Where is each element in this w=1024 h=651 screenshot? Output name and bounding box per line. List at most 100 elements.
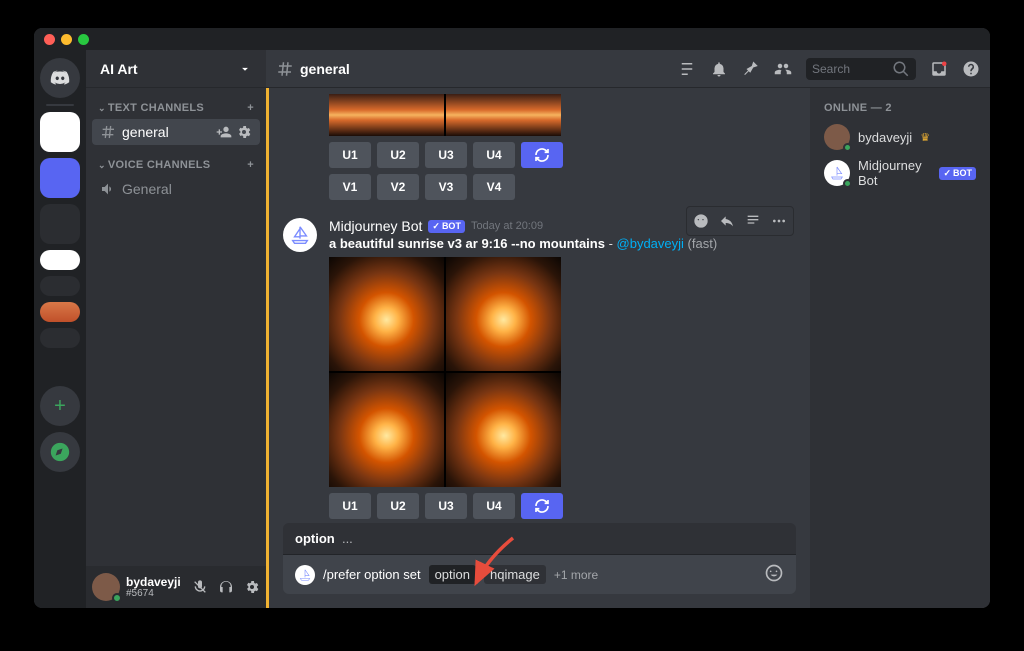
channels-sidebar: AI Art ⌄TEXT CHANNELS + general ⌄	[86, 50, 266, 608]
upscale-row: U1 U2 U3 U4	[329, 142, 798, 168]
member-item[interactable]: Midjourney Bot ✓ BOT	[818, 154, 982, 192]
generated-image[interactable]	[446, 373, 561, 487]
generated-image[interactable]	[329, 94, 444, 136]
minimize-window-button[interactable]	[61, 34, 72, 45]
guild-item[interactable]	[40, 276, 80, 296]
notifications-icon[interactable]	[710, 60, 728, 78]
sailboat-icon	[829, 165, 845, 181]
generated-image[interactable]	[446, 94, 561, 136]
guild-item[interactable]	[40, 204, 80, 244]
voice-channels-header[interactable]: ⌄VOICE CHANNELS +	[92, 155, 260, 175]
generated-image[interactable]	[446, 257, 561, 371]
channel-general[interactable]: general	[92, 119, 260, 145]
inbox-icon[interactable]	[930, 60, 948, 78]
pinned-icon[interactable]	[742, 60, 760, 78]
variation-button[interactable]: V4	[473, 174, 515, 200]
add-channel-icon[interactable]: +	[247, 102, 254, 114]
voice-channel-general[interactable]: General	[92, 176, 260, 202]
member-item[interactable]: bydaveyji ♛	[818, 120, 982, 154]
upscale-button[interactable]: U1	[329, 493, 371, 519]
message-text: a beautiful sunrise v3 ar 9:16 --no moun…	[329, 236, 798, 251]
upscale-button[interactable]: U1	[329, 142, 371, 168]
titlebar	[34, 28, 990, 50]
members-sidebar: ONLINE — 2 bydaveyji ♛ Midjourney Bot ✓ …	[810, 88, 990, 608]
refresh-icon	[534, 147, 550, 163]
message: U1 U2 U3 U4 V1 V2 V3	[283, 88, 798, 200]
members-icon[interactable]	[774, 60, 792, 78]
help-icon[interactable]	[962, 60, 980, 78]
image-grid[interactable]	[329, 94, 561, 136]
command-bot-avatar	[295, 565, 315, 585]
main-area: general Search	[266, 50, 990, 608]
image-grid[interactable]	[329, 257, 561, 487]
user-bar: bydaveyji #5674	[86, 566, 266, 608]
guild-item[interactable]	[40, 328, 80, 348]
upscale-button[interactable]: U4	[473, 493, 515, 519]
mention[interactable]: @bydaveyji	[617, 236, 684, 251]
more-params[interactable]: +1 more	[554, 568, 598, 582]
channel-name: general	[300, 61, 350, 77]
guild-item[interactable]	[40, 112, 80, 152]
generated-image[interactable]	[329, 257, 444, 371]
message-list: U1 U2 U3 U4 V1 V2 V3	[269, 88, 810, 523]
mute-icon[interactable]	[192, 579, 208, 595]
server-header[interactable]: AI Art	[86, 50, 266, 88]
settings-icon[interactable]	[244, 579, 260, 595]
user-avatar[interactable]	[92, 573, 120, 601]
upscale-button[interactable]: U2	[377, 493, 419, 519]
upscale-button[interactable]: U4	[473, 142, 515, 168]
generated-image[interactable]	[329, 373, 444, 487]
bot-badge: ✓ BOT	[939, 167, 976, 180]
author-name[interactable]: Midjourney Bot	[329, 218, 422, 234]
variation-button[interactable]: V3	[425, 174, 467, 200]
timestamp: Today at 20:09	[471, 220, 543, 232]
variation-row: V1 V2 V3 V4	[329, 174, 798, 200]
username: bydaveyji	[126, 576, 181, 588]
search-icon	[892, 60, 910, 78]
headphones-icon[interactable]	[218, 579, 234, 595]
upscale-button[interactable]: U2	[377, 142, 419, 168]
upscale-button[interactable]: U3	[425, 142, 467, 168]
messages-column: U1 U2 U3 U4 V1 V2 V3	[266, 88, 810, 608]
sailboat-icon	[289, 224, 311, 246]
more-button[interactable]	[767, 209, 791, 233]
thread-button[interactable]	[741, 209, 765, 233]
maximize-window-button[interactable]	[78, 34, 89, 45]
bot-badge: ✓ BOT	[428, 220, 465, 233]
text-channels-header[interactable]: ⌄TEXT CHANNELS +	[92, 98, 260, 118]
autocomplete-row[interactable]: option ...	[283, 523, 796, 555]
reroll-button[interactable]	[521, 142, 563, 168]
close-window-button[interactable]	[44, 34, 55, 45]
emoji-picker-button[interactable]	[764, 563, 784, 586]
threads-icon[interactable]	[678, 60, 696, 78]
add-channel-icon[interactable]: +	[247, 159, 254, 171]
add-person-icon[interactable]	[216, 124, 232, 140]
message: Midjourney Bot ✓ BOT Today at 20:09 a be…	[283, 210, 798, 523]
guild-item[interactable]	[40, 158, 80, 198]
guild-item-active[interactable]	[40, 302, 80, 322]
member-avatar	[824, 124, 850, 150]
message-actions	[686, 206, 794, 236]
gear-icon[interactable]	[236, 124, 252, 140]
add-server-button[interactable]: +	[40, 386, 80, 426]
explore-button[interactable]	[40, 432, 80, 472]
refresh-icon	[534, 498, 550, 514]
add-reaction-button[interactable]	[689, 209, 713, 233]
command-param[interactable]: option	[429, 565, 476, 584]
variation-button[interactable]: V2	[377, 174, 419, 200]
search-input[interactable]: Search	[806, 58, 916, 80]
speaker-icon	[100, 181, 116, 197]
guild-item[interactable]	[40, 250, 80, 270]
home-button[interactable]	[40, 58, 80, 98]
reroll-button[interactable]	[521, 493, 563, 519]
upscale-button[interactable]: U3	[425, 493, 467, 519]
variation-button[interactable]: V1	[329, 174, 371, 200]
message-input[interactable]: /prefer option set option hqimage +1 mor…	[283, 555, 796, 594]
compass-icon	[49, 441, 71, 463]
online-header: ONLINE — 2	[818, 102, 982, 120]
member-avatar	[824, 160, 850, 186]
reply-button[interactable]	[715, 209, 739, 233]
command-param-value[interactable]: hqimage	[484, 565, 546, 584]
bot-avatar[interactable]	[283, 218, 317, 252]
user-tag: #5674	[126, 588, 181, 599]
